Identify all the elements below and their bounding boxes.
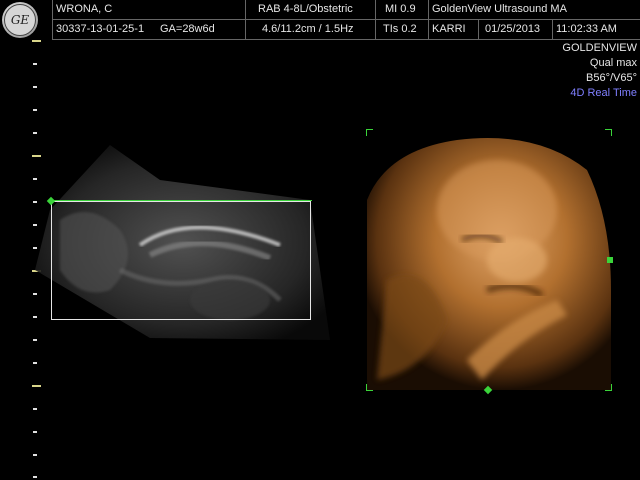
volume-render-image [367,130,611,390]
header-divider [52,0,53,40]
operator-name: KARRI [432,23,466,35]
ruler-tick [32,40,41,42]
thermal-index: TIs 0.2 [383,23,417,35]
angle-setting: B56°/V65° [586,72,637,84]
ruler-tick [33,476,37,478]
ruler-tick [33,431,37,433]
volume-frame-corner [366,129,373,136]
mechanical-index: MI 0.9 [385,3,416,15]
ruler-tick [33,362,37,364]
exam-time: 11:02:33 AM [556,23,617,35]
roi-box[interactable] [51,201,311,320]
ruler-tick [33,63,37,65]
ruler-tick [32,385,41,387]
header-divider [552,20,553,40]
header-divider [428,0,429,40]
info-header: GE WRONA, C 30337-13-01-25-1 GA=28w6d RA… [0,0,640,40]
ruler-tick [33,454,37,456]
ruler-tick [33,109,37,111]
institution-name: GoldenView Ultrasound MA [432,3,567,15]
volume-frame-corner [605,384,612,391]
probe-preset: RAB 4-8L/Obstetric [258,3,353,15]
ruler-tick [33,408,37,410]
quality-setting: Qual max [589,57,637,69]
header-divider [478,20,479,40]
gestational-age: GA=28w6d [160,23,215,35]
render-mode-name: GOLDENVIEW [562,42,637,54]
header-divider [245,0,246,40]
ruler-tick [33,132,37,134]
ge-logo-icon: GE [2,2,38,38]
patient-id: 30337-13-01-25-1 [56,23,145,35]
patient-name: WRONA, C [56,3,113,15]
volume-frame-corner [366,384,373,391]
volume-handle-icon[interactable] [607,257,613,263]
exam-date: 01/25/2013 [485,23,541,35]
depth-frequency: 4.6/11.2cm / 1.5Hz [262,23,354,35]
volume-frame-corner [605,129,612,136]
roi-render-line[interactable] [51,200,312,201]
render-mode-label: 4D Real Time [570,87,637,99]
acquisition-info: GOLDENVIEW Qual max B56°/V65° 4D Real Ti… [562,41,637,101]
header-divider [375,0,376,40]
ruler-tick [33,86,37,88]
